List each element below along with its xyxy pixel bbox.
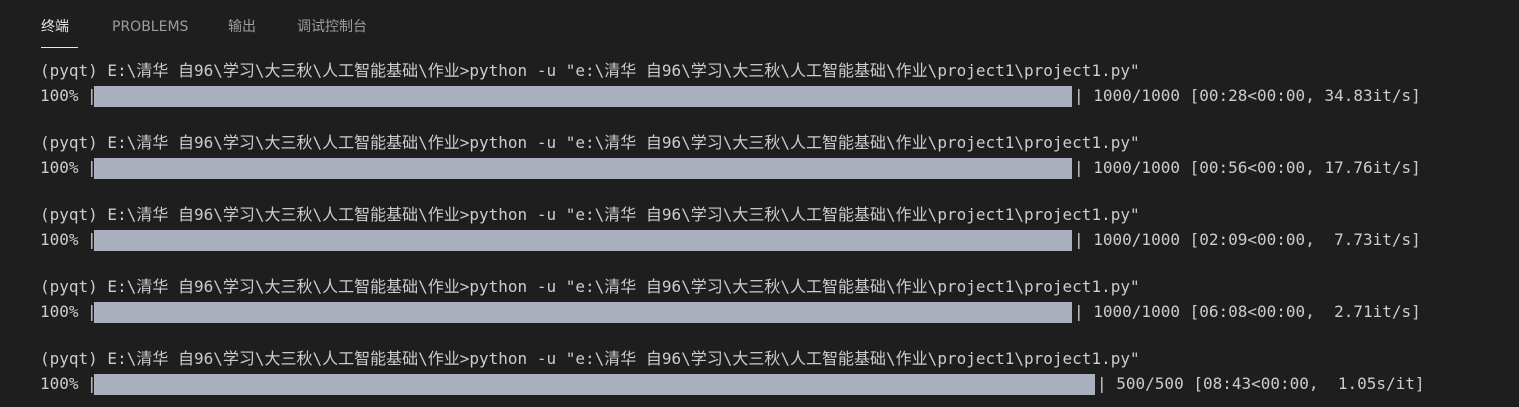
- progress-bar-fill: [94, 86, 1072, 107]
- command-line: (pyqt) E:\清华 自96\学习\大三秋\人工智能基础\作业>python…: [40, 277, 1140, 296]
- tab-problems[interactable]: PROBLEMS: [112, 14, 188, 40]
- progress-stats: | 1000/1000 [02:09<00:00, 7.73it/s]: [1074, 230, 1421, 249]
- progress-bar-fill: [94, 302, 1072, 323]
- panel-tab-bar: 终端 PROBLEMS 输出 调试控制台: [0, 0, 1519, 50]
- command-line: (pyqt) E:\清华 自96\学习\大三秋\人工智能基础\作业>python…: [40, 205, 1140, 224]
- tab-terminal[interactable]: 终端: [41, 14, 69, 40]
- progress-line: 100% | | 500/500 [08:43<00:00, 1.05s/it]: [40, 372, 1425, 396]
- tab-debug-console[interactable]: 调试控制台: [297, 14, 367, 40]
- progress-line: 100% | | 1000/1000 [00:28<00:00, 34.83it…: [40, 84, 1421, 108]
- vertical-scrollbar[interactable]: [1505, 50, 1519, 407]
- progress-line: 100% | | 1000/1000 [00:56<00:00, 17.76it…: [40, 156, 1421, 180]
- progress-bar-fill: [94, 158, 1072, 179]
- progress-percent: 100%: [40, 374, 79, 393]
- progress-bar-fill: [94, 374, 1095, 395]
- progress-percent: 100%: [40, 158, 79, 177]
- terminal-output[interactable]: (pyqt) E:\清华 自96\学习\大三秋\人工智能基础\作业>python…: [0, 58, 1519, 407]
- command-line: (pyqt) E:\清华 自96\学习\大三秋\人工智能基础\作业>python…: [40, 349, 1140, 368]
- progress-stats: | 1000/1000 [00:56<00:00, 17.76it/s]: [1074, 158, 1421, 177]
- active-tab-indicator: [41, 47, 78, 48]
- progress-percent: 100%: [40, 230, 79, 249]
- progress-bar-fill: [94, 230, 1072, 251]
- progress-line: 100% | | 1000/1000 [06:08<00:00, 2.71it/…: [40, 300, 1421, 324]
- command-line: (pyqt) E:\清华 自96\学习\大三秋\人工智能基础\作业>python…: [40, 61, 1140, 80]
- progress-stats: | 1000/1000 [06:08<00:00, 2.71it/s]: [1074, 302, 1421, 321]
- command-line: (pyqt) E:\清华 自96\学习\大三秋\人工智能基础\作业>python…: [40, 133, 1140, 152]
- tab-output[interactable]: 输出: [228, 14, 256, 40]
- progress-percent: 100%: [40, 86, 79, 105]
- progress-line: 100% | | 1000/1000 [02:09<00:00, 7.73it/…: [40, 228, 1421, 252]
- terminal-panel: 终端 PROBLEMS 输出 调试控制台 (pyqt) E:\清华 自96\学习…: [0, 0, 1519, 407]
- progress-stats: | 500/500 [08:43<00:00, 1.05s/it]: [1097, 374, 1425, 393]
- progress-percent: 100%: [40, 302, 79, 321]
- progress-stats: | 1000/1000 [00:28<00:00, 34.83it/s]: [1074, 86, 1421, 105]
